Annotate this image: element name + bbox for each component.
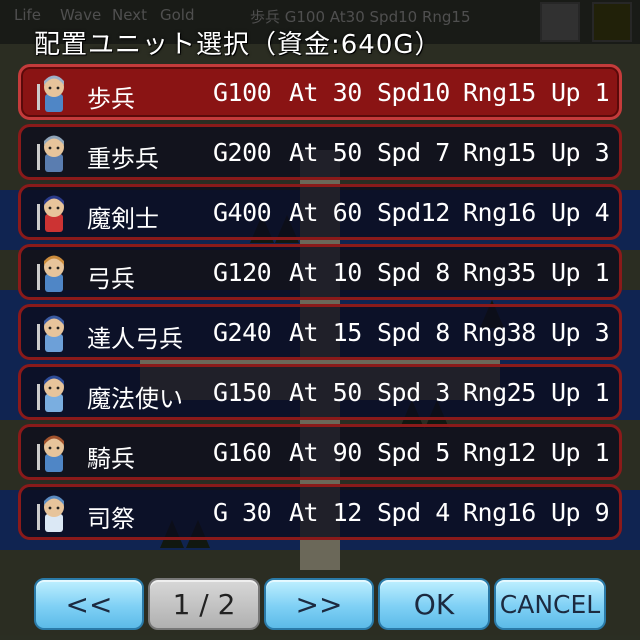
unit-upgrade: Up 1 bbox=[551, 378, 610, 407]
unit-cost: G400 bbox=[213, 198, 272, 227]
unit-row-7[interactable]: 司祭 G 30 At 12 Spd 4 Rng16 Up 9 bbox=[18, 484, 622, 540]
unit-cost: G160 bbox=[213, 438, 272, 467]
unit-row-3[interactable]: 弓兵 G120 At 10 Spd 8 Rng35 Up 1 bbox=[18, 244, 622, 300]
unit-cost: G120 bbox=[213, 258, 272, 287]
unit-row-0[interactable]: 歩兵 G100 At 30 Spd10 Rng15 Up 1 bbox=[18, 64, 622, 120]
unit-row-6[interactable]: 騎兵 G160 At 90 Spd 5 Rng12 Up 1 bbox=[18, 424, 622, 480]
unit-row-4[interactable]: 達人弓兵 G240 At 15 Spd 8 Rng38 Up 3 bbox=[18, 304, 622, 360]
unit-name: 司祭 bbox=[87, 505, 135, 533]
unit-range: Rng15 bbox=[463, 78, 536, 107]
unit-cost: G200 bbox=[213, 138, 272, 167]
unit-attack: At 90 bbox=[289, 438, 362, 467]
unit-speed: Spd 8 bbox=[377, 318, 450, 347]
unit-attack: At 30 bbox=[289, 78, 362, 107]
unit-speed: Spd12 bbox=[377, 198, 450, 227]
unit-range: Rng38 bbox=[463, 318, 536, 347]
unit-upgrade: Up 9 bbox=[551, 498, 610, 527]
unit-attack: At 60 bbox=[289, 198, 362, 227]
unit-range: Rng16 bbox=[463, 498, 536, 527]
unit-range: Rng15 bbox=[463, 138, 536, 167]
ok-button[interactable]: OK bbox=[378, 578, 490, 630]
prev-page-button[interactable]: << bbox=[34, 578, 144, 630]
priest-icon bbox=[31, 490, 77, 536]
unit-row-5[interactable]: 魔法使い G150 At 50 Spd 3 Rng25 Up 1 bbox=[18, 364, 622, 420]
unit-upgrade: Up 1 bbox=[551, 258, 610, 287]
unit-row-1[interactable]: 重歩兵 G200 At 50 Spd 7 Rng15 Up 3 bbox=[18, 124, 622, 180]
unit-range: Rng35 bbox=[463, 258, 536, 287]
unit-attack: At 50 bbox=[289, 378, 362, 407]
unit-name: 重歩兵 bbox=[87, 145, 159, 173]
unit-name: 歩兵 bbox=[87, 85, 135, 113]
unit-cost: G240 bbox=[213, 318, 272, 347]
unit-attack: At 10 bbox=[289, 258, 362, 287]
mage-icon bbox=[31, 370, 77, 416]
unit-speed: Spd 4 bbox=[377, 498, 450, 527]
unit-range: Rng12 bbox=[463, 438, 536, 467]
unit-cost: G 30 bbox=[213, 498, 272, 527]
unit-upgrade: Up 3 bbox=[551, 138, 610, 167]
unit-name: 騎兵 bbox=[87, 445, 135, 473]
unit-name: 魔法使い bbox=[87, 385, 183, 413]
unit-upgrade: Up 1 bbox=[551, 78, 610, 107]
master-archer-icon bbox=[31, 310, 77, 356]
next-page-button[interactable]: >> bbox=[264, 578, 374, 630]
unit-attack: At 15 bbox=[289, 318, 362, 347]
unit-speed: Spd 3 bbox=[377, 378, 450, 407]
unit-name: 弓兵 bbox=[87, 265, 135, 293]
unit-upgrade: Up 1 bbox=[551, 438, 610, 467]
unit-attack: At 12 bbox=[289, 498, 362, 527]
unit-speed: Spd 5 bbox=[377, 438, 450, 467]
unit-range: Rng25 bbox=[463, 378, 536, 407]
cavalry-icon bbox=[31, 430, 77, 476]
unit-row-2[interactable]: 魔剣士 G400 At 60 Spd12 Rng16 Up 4 bbox=[18, 184, 622, 240]
unit-upgrade: Up 4 bbox=[551, 198, 610, 227]
archer-icon bbox=[31, 250, 77, 296]
unit-speed: Spd 7 bbox=[377, 138, 450, 167]
cancel-button[interactable]: CANCEL bbox=[494, 578, 606, 630]
unit-range: Rng16 bbox=[463, 198, 536, 227]
unit-upgrade: Up 3 bbox=[551, 318, 610, 347]
magic-swordsman-icon bbox=[31, 190, 77, 236]
unit-name: 達人弓兵 bbox=[87, 325, 183, 353]
heavy-infantry-icon bbox=[31, 130, 77, 176]
dialog-title: 配置ユニット選択（資金:640G） bbox=[34, 30, 442, 60]
page-indicator: 1 / 2 bbox=[148, 578, 260, 630]
unit-cost: G150 bbox=[213, 378, 272, 407]
unit-name: 魔剣士 bbox=[87, 205, 159, 233]
infantry-icon bbox=[31, 70, 77, 116]
unit-speed: Spd10 bbox=[377, 78, 450, 107]
unit-speed: Spd 8 bbox=[377, 258, 450, 287]
unit-cost: G100 bbox=[213, 78, 272, 107]
unit-attack: At 50 bbox=[289, 138, 362, 167]
